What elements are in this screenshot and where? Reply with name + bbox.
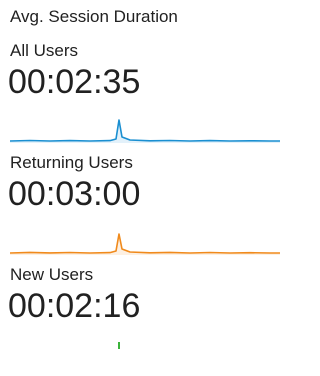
segment-all-users: All Users 00:02:35 (0, 40, 281, 152)
avg-session-duration-widget: Avg. Session Duration All Users 00:02:35… (0, 0, 281, 349)
sparkline-line (9, 119, 280, 142)
sparkline-line (9, 233, 280, 254)
segment-label: Returning Users (10, 153, 133, 172)
segment-label: New Users (10, 265, 94, 284)
widget-title: Avg. Session Duration (10, 7, 178, 26)
sparkline-area (10, 120, 280, 143)
sparkline-chart (9, 119, 280, 143)
sparkline-chart (118, 342, 120, 349)
segment-value: 00:03:00 (8, 175, 141, 213)
sparkline-returning-users (0, 227, 281, 259)
sparkline-new-users (0, 339, 281, 349)
segment-value: 00:02:35 (8, 63, 141, 101)
segment-value: 00:02:16 (8, 287, 141, 325)
segment-new-users: New Users 00:02:16 (0, 264, 281, 376)
segment-returning-users: Returning Users 00:03:00 (0, 152, 281, 264)
sparkline-all-users (0, 115, 281, 147)
sparkline-chart (9, 233, 280, 255)
segment-label: All Users (10, 41, 79, 60)
